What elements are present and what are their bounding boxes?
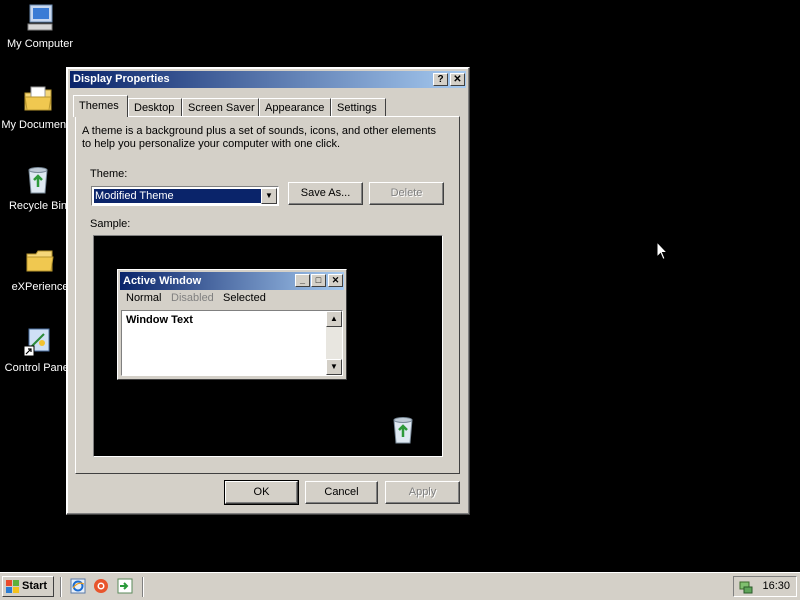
themes-description: A theme is a background plus a set of so… [82,125,437,150]
sample-label: Sample: [90,218,131,230]
scroll-up-icon: ▲ [326,311,342,327]
tab-settings[interactable]: Settings [331,98,386,116]
dialog-titlebar[interactable]: Display Properties ? ✕ [70,71,466,88]
my-computer-icon [27,4,53,31]
tab-desktop[interactable]: Desktop [128,98,182,116]
network-icon[interactable] [738,579,754,595]
taskbar-separator [60,577,62,597]
taskbar: Start 16:30 [0,572,800,600]
theme-select[interactable]: Modified Theme ▼ [91,186,279,206]
start-button[interactable]: Start [2,576,54,597]
theme-label: Theme: [90,168,128,180]
sample-scrollbar: ▲ ▼ [326,311,342,375]
sample-active-window: Active Window _ □ ✕ Normal Disabled Sele… [117,269,347,380]
save-as-button[interactable]: Save As... [288,182,363,205]
clock[interactable]: 16:30 [762,580,790,592]
scroll-down-icon: ▼ [326,359,342,375]
desktop-icon-my-computer[interactable]: My Computer [0,2,80,50]
theme-select-value: Modified Theme [94,189,261,203]
recycle-bin-icon [28,167,48,194]
close-icon: ✕ [328,274,343,287]
sample-menu-disabled: Disabled [171,292,214,304]
help-button[interactable]: ? [433,73,448,86]
sample-titlebar: Active Window _ □ ✕ [120,272,344,290]
cancel-button[interactable]: Cancel [305,481,378,504]
theme-sample-preview: Active Window _ □ ✕ Normal Disabled Sele… [93,235,443,457]
tab-screen-saver[interactable]: Screen Saver [182,98,259,116]
system-tray: 16:30 [733,576,797,597]
sample-window-title: Active Window [123,275,202,287]
start-label: Start [22,580,48,592]
browser-icon[interactable] [93,578,109,594]
folder-icon [26,250,54,272]
delete-button[interactable]: Delete [369,182,444,205]
taskbar-separator [142,577,144,597]
display-properties-dialog: Display Properties ? ✕ Themes Desktop Sc… [66,67,470,515]
desktop-icon-label: My Computer [6,38,74,50]
sample-window-text-area: Window Text ▲ ▼ [121,310,343,376]
sample-menu-selected: Selected [223,292,266,304]
my-documents-icon [24,86,52,111]
ok-button[interactable]: OK [224,480,299,505]
mouse-pointer-icon [656,241,668,261]
exit-icon[interactable] [117,578,133,594]
control-panel-shortcut-icon [23,328,50,357]
apply-button[interactable]: Apply [385,481,460,504]
sample-window-text: Window Text [126,314,193,326]
internet-explorer-icon[interactable] [70,578,86,594]
windows-flag-icon [6,580,19,593]
minimize-icon: _ [295,274,310,287]
close-button[interactable]: ✕ [450,73,465,86]
maximize-icon: □ [311,274,326,287]
tab-appearance[interactable]: Appearance [259,98,331,116]
chevron-down-icon[interactable]: ▼ [261,188,277,204]
dialog-title: Display Properties [73,73,170,85]
tab-themes[interactable]: Themes [73,95,128,117]
recycle-bin-icon [393,417,413,444]
sample-menu-normal: Normal [126,292,162,304]
